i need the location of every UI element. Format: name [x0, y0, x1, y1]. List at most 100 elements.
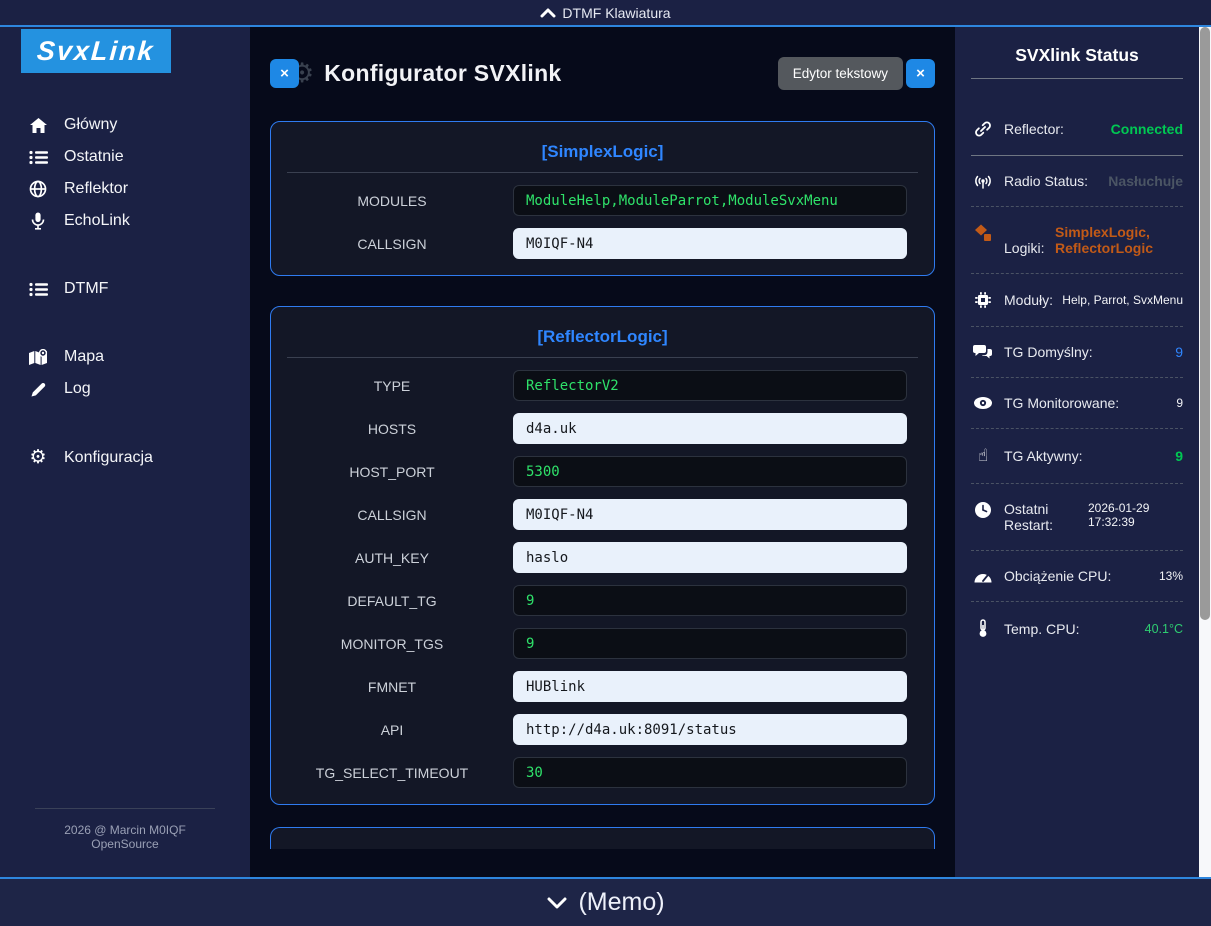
section-divider: [287, 172, 918, 173]
status-panel: SVXlink Status Reflector: Connected Radi…: [955, 27, 1199, 877]
tachometer-icon: [971, 570, 995, 583]
status-label: Temp. CPU:: [1004, 621, 1079, 637]
sidebar-item-ostatnie[interactable]: Ostatnie: [0, 141, 250, 173]
field-label: CALLSIGN: [271, 507, 513, 523]
dtmf-keyboard-toggle[interactable]: DTMF Klawiatura: [0, 0, 1211, 27]
close-editor-button[interactable]: ×: [906, 59, 935, 88]
hosts-input[interactable]: [513, 413, 907, 444]
sidebar-item-log[interactable]: Log: [0, 373, 250, 405]
status-row-tg-monitorowane: TG Monitorowane: 9: [971, 378, 1183, 428]
auth-key-input[interactable]: [513, 542, 907, 573]
status-label: Obciążenie CPU:: [1004, 568, 1111, 584]
status-row-temp-cpu: Temp. CPU: 40.1°C: [971, 602, 1183, 655]
status-value: 13%: [1159, 569, 1183, 583]
tg-select-timeout-input[interactable]: [513, 757, 907, 788]
default-tg-input[interactable]: [513, 585, 907, 616]
status-row-tg-domyslny: TG Domyślny: 9: [971, 327, 1183, 377]
api-input[interactable]: [513, 714, 907, 745]
text-editor-button[interactable]: Edytor tekstowy: [778, 57, 903, 90]
shapes-icon: [971, 224, 995, 242]
page-title: Konfigurator SVXlink: [324, 60, 561, 87]
chevron-up-icon: [540, 8, 556, 18]
field-label: MODULES: [271, 193, 513, 209]
footer-copyright: 2026 @ Marcin M0IQF: [0, 823, 250, 837]
field-row-type: TYPE: [271, 370, 934, 401]
field-row-fmnet: FMNET: [271, 671, 934, 702]
list-icon: [27, 150, 49, 165]
map-icon: [27, 349, 49, 366]
field-row-default-tg: DEFAULT_TG: [271, 585, 934, 616]
memo-toggle[interactable]: (Memo): [0, 877, 1211, 926]
scrollbar-thumb[interactable]: [1200, 27, 1210, 620]
type-input[interactable]: [513, 370, 907, 401]
hand-pointer-icon: ☝: [971, 446, 995, 466]
close-configurator-button[interactable]: ×: [270, 59, 299, 88]
memo-toggle-label: (Memo): [578, 888, 664, 917]
main-navigation: Główny Ostatnie Reflektor: [0, 109, 250, 474]
sidebar-item-glowny[interactable]: Główny: [0, 109, 250, 141]
sidebar-item-label: Główny: [64, 116, 117, 134]
microphone-icon: [27, 212, 49, 230]
configurator-header: × ⚙ Konfigurator SVXlink Edytor tekstowy…: [270, 55, 935, 91]
field-row-callsign: CALLSIGN: [271, 499, 934, 530]
monitor-tgs-input[interactable]: [513, 628, 907, 659]
left-sidebar: SvxLink Główny Ostatnie: [0, 27, 250, 877]
svxlink-logo-text: SvxLink: [36, 36, 156, 67]
field-label: TYPE: [271, 378, 513, 394]
sidebar-item-echolink[interactable]: EchoLink: [0, 205, 250, 237]
field-label: API: [271, 722, 513, 738]
status-label: Ostatni Restart:: [1004, 501, 1074, 533]
sidebar-item-reflektor[interactable]: Reflektor: [0, 173, 250, 205]
field-label: DEFAULT_TG: [271, 593, 513, 609]
microchip-icon: [971, 291, 995, 309]
status-row-ostatni-restart: Ostatni Restart: 2026-01-29 17:32:39: [971, 484, 1183, 550]
status-row-obciazenie-cpu: Obciążenie CPU: 13%: [971, 551, 1183, 601]
section-title: [ReflectorLogic]: [271, 321, 934, 357]
field-label: TG_SELECT_TIMEOUT: [271, 765, 513, 781]
sidebar-item-mapa[interactable]: Mapa: [0, 341, 250, 373]
gear-icon: ⚙: [27, 448, 49, 467]
field-row-auth-key: AUTH_KEY: [271, 542, 934, 573]
status-row-tg-aktywny: ☝ TG Aktywny: 9: [971, 429, 1183, 483]
status-value: Nasłuchuje: [1108, 173, 1183, 189]
modules-input[interactable]: [513, 185, 907, 216]
sidebar-item-label: DTMF: [64, 280, 108, 298]
vertical-scrollbar[interactable]: [1199, 27, 1211, 877]
section-next-partial: [270, 827, 935, 849]
thermometer-icon: [971, 619, 995, 638]
reflector-callsign-input[interactable]: [513, 499, 907, 530]
host-port-input[interactable]: [513, 456, 907, 487]
footer-divider: [35, 808, 215, 809]
field-row-tg-select-timeout: TG_SELECT_TIMEOUT: [271, 757, 934, 788]
field-row-modules: MODULES: [271, 185, 934, 216]
sidebar-item-label: Ostatnie: [64, 148, 124, 166]
field-label: CALLSIGN: [271, 236, 513, 252]
status-value: 9: [1175, 448, 1183, 464]
status-value: Connected: [1111, 121, 1183, 137]
field-row-host-port: HOST_PORT: [271, 456, 934, 487]
svxlink-dashboard: DTMF Klawiatura SvxLink Główny Ostat: [0, 0, 1211, 926]
fmnet-input[interactable]: [513, 671, 907, 702]
status-row-logiki: Logiki: SimplexLogic, ReflectorLogic: [971, 207, 1183, 273]
sidebar-item-konfiguracja[interactable]: ⚙ Konfiguracja: [0, 441, 250, 474]
footer-opensource: OpenSource: [0, 837, 250, 851]
sidebar-item-dtmf[interactable]: DTMF: [0, 273, 250, 305]
status-row-reflector: Reflector: Connected: [971, 103, 1183, 155]
pen-icon: [27, 381, 49, 398]
sidebar-item-label: Reflektor: [64, 180, 128, 198]
sidebar-item-label: Konfiguracja: [64, 449, 153, 467]
field-row-callsign: CALLSIGN: [271, 228, 934, 259]
status-label: Radio Status:: [1004, 173, 1088, 189]
status-label: TG Aktywny:: [1004, 448, 1083, 464]
status-label: TG Domyślny:: [1004, 344, 1093, 360]
svxlink-logo[interactable]: SvxLink: [21, 29, 171, 73]
field-label: FMNET: [271, 679, 513, 695]
sidebar-item-label: Log: [64, 380, 91, 398]
globe-icon: [27, 180, 49, 198]
callsign-input[interactable]: [513, 228, 907, 259]
sidebar-item-label: EchoLink: [64, 212, 130, 230]
section-title: [SimplexLogic]: [271, 136, 934, 172]
sidebar-item-label: Mapa: [64, 348, 104, 366]
chevron-down-icon: [546, 896, 568, 909]
field-row-monitor-tgs: MONITOR_TGS: [271, 628, 934, 659]
